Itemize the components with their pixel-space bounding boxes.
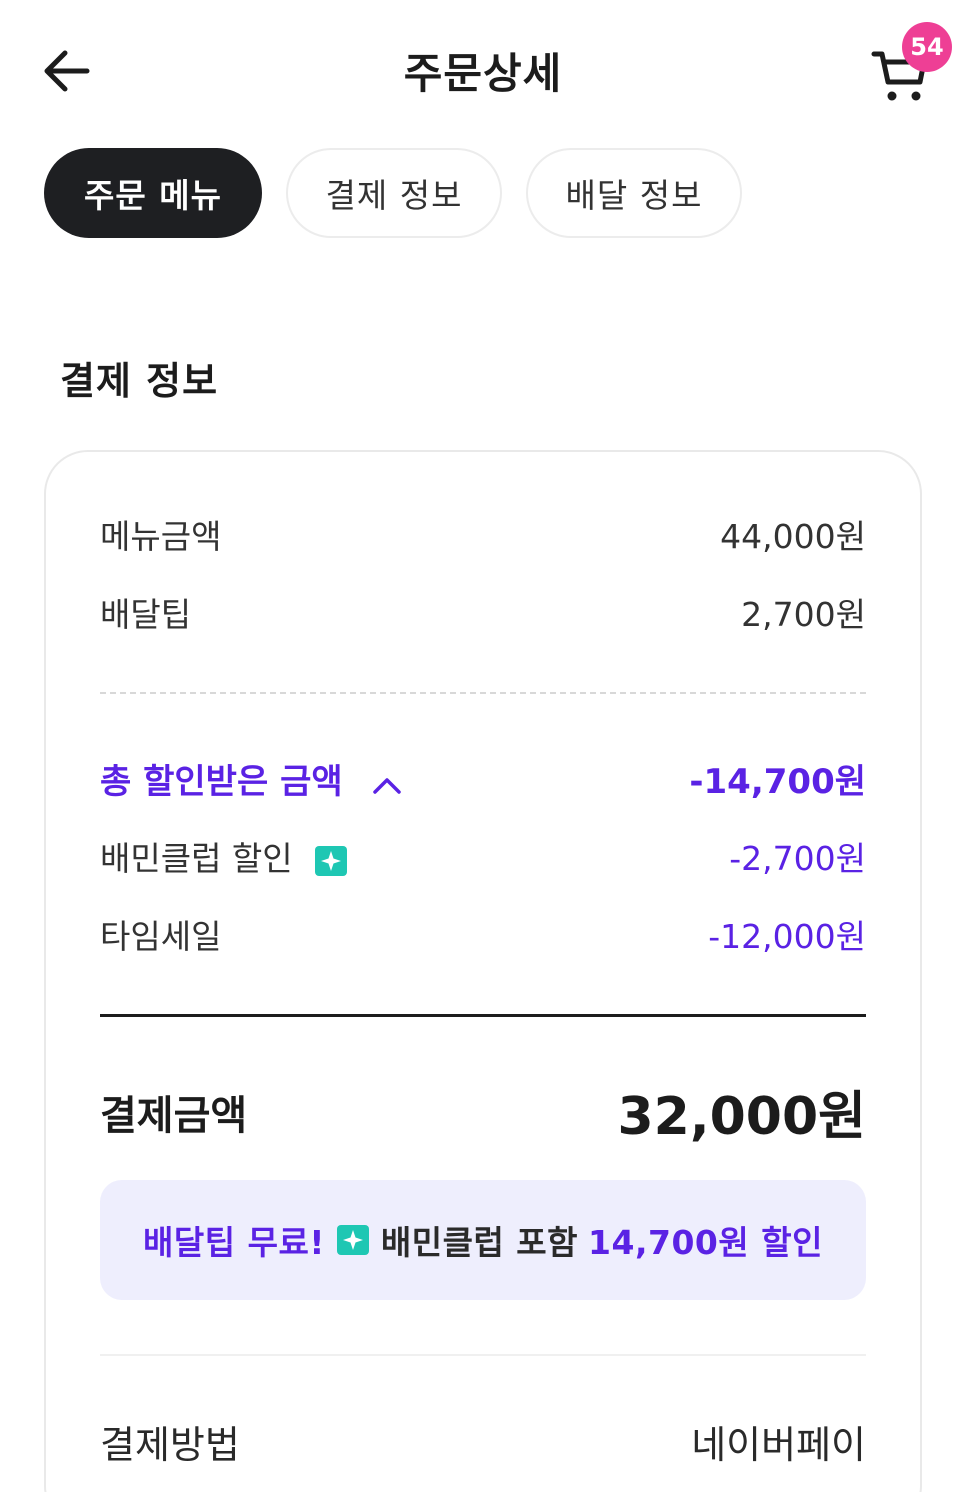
order-detail-page: 주문상세 54 주문 메뉴 결제 정보 배달 정보 결제 정보 메뉴금액 44,… [0,0,966,1492]
solid-divider [100,1014,866,1017]
discount-total-label-wrap: 총 할인받은 금액 [100,754,402,804]
delivery-tip-value: 2,700원 [741,595,866,634]
payment-method-label: 결제방법 [100,1423,240,1467]
thin-divider [100,1354,866,1356]
total-value: 32,000원 [617,1087,866,1147]
chevron-up-icon[interactable] [372,764,402,804]
payment-method-row: 결제방법 네이버페이 [100,1414,866,1469]
discount-total-value: -14,700원 [689,762,866,803]
baemin-club-label: 배민클럽 할인 [100,839,293,878]
menu-amount-row: 메뉴금액 44,000원 [100,510,866,558]
baemin-club-label-wrap: 배민클럽 할인 [100,832,348,880]
section-title: 결제 정보 [60,359,219,403]
promo-banner: 배달팁 무료! 배민클럽 포함 14,700원 할인 [100,1180,866,1300]
page-title: 주문상세 [403,49,563,98]
promo-discount-amount: 14,700원 할인 [588,1223,823,1262]
time-sale-value: -12,000원 [708,917,866,956]
baemin-club-value: -2,700원 [729,839,866,878]
time-sale-row: 타임세일 -12,000원 [100,910,866,958]
discount-total-row[interactable]: 총 할인받은 금액 -14,700원 [100,754,866,804]
discount-total-label: 총 할인받은 금액 [100,762,343,802]
cart-count-badge: 54 [902,22,952,72]
dashed-divider [100,692,866,694]
delivery-tip-row: 배달팁 2,700원 [100,588,866,636]
payment-method-value: 네이버페이 [691,1423,866,1467]
baemin-club-icon [336,1225,369,1255]
promo-free-tip: 배달팁 무료! [143,1223,325,1262]
header: 주문상세 54 [0,0,966,140]
baemin-club-discount-row: 배민클럽 할인 -2,700원 [100,832,866,880]
tab-bar: 주문 메뉴 결제 정보 배달 정보 [44,148,742,238]
promo-club-included: 배민클럽 포함 [380,1223,579,1262]
tab-order-menu[interactable]: 주문 메뉴 [44,148,262,238]
tab-payment-info[interactable]: 결제 정보 [286,148,502,238]
baemin-club-icon [315,845,348,876]
menu-amount-label: 메뉴금액 [100,517,222,556]
menu-amount-value: 44,000원 [720,517,866,556]
time-sale-label: 타임세일 [100,917,222,956]
delivery-tip-label: 배달팁 [100,595,192,634]
tab-delivery-info[interactable]: 배달 정보 [526,148,742,238]
total-label: 결제금액 [100,1092,248,1139]
total-row: 결제금액 32,000원 [100,1074,866,1149]
